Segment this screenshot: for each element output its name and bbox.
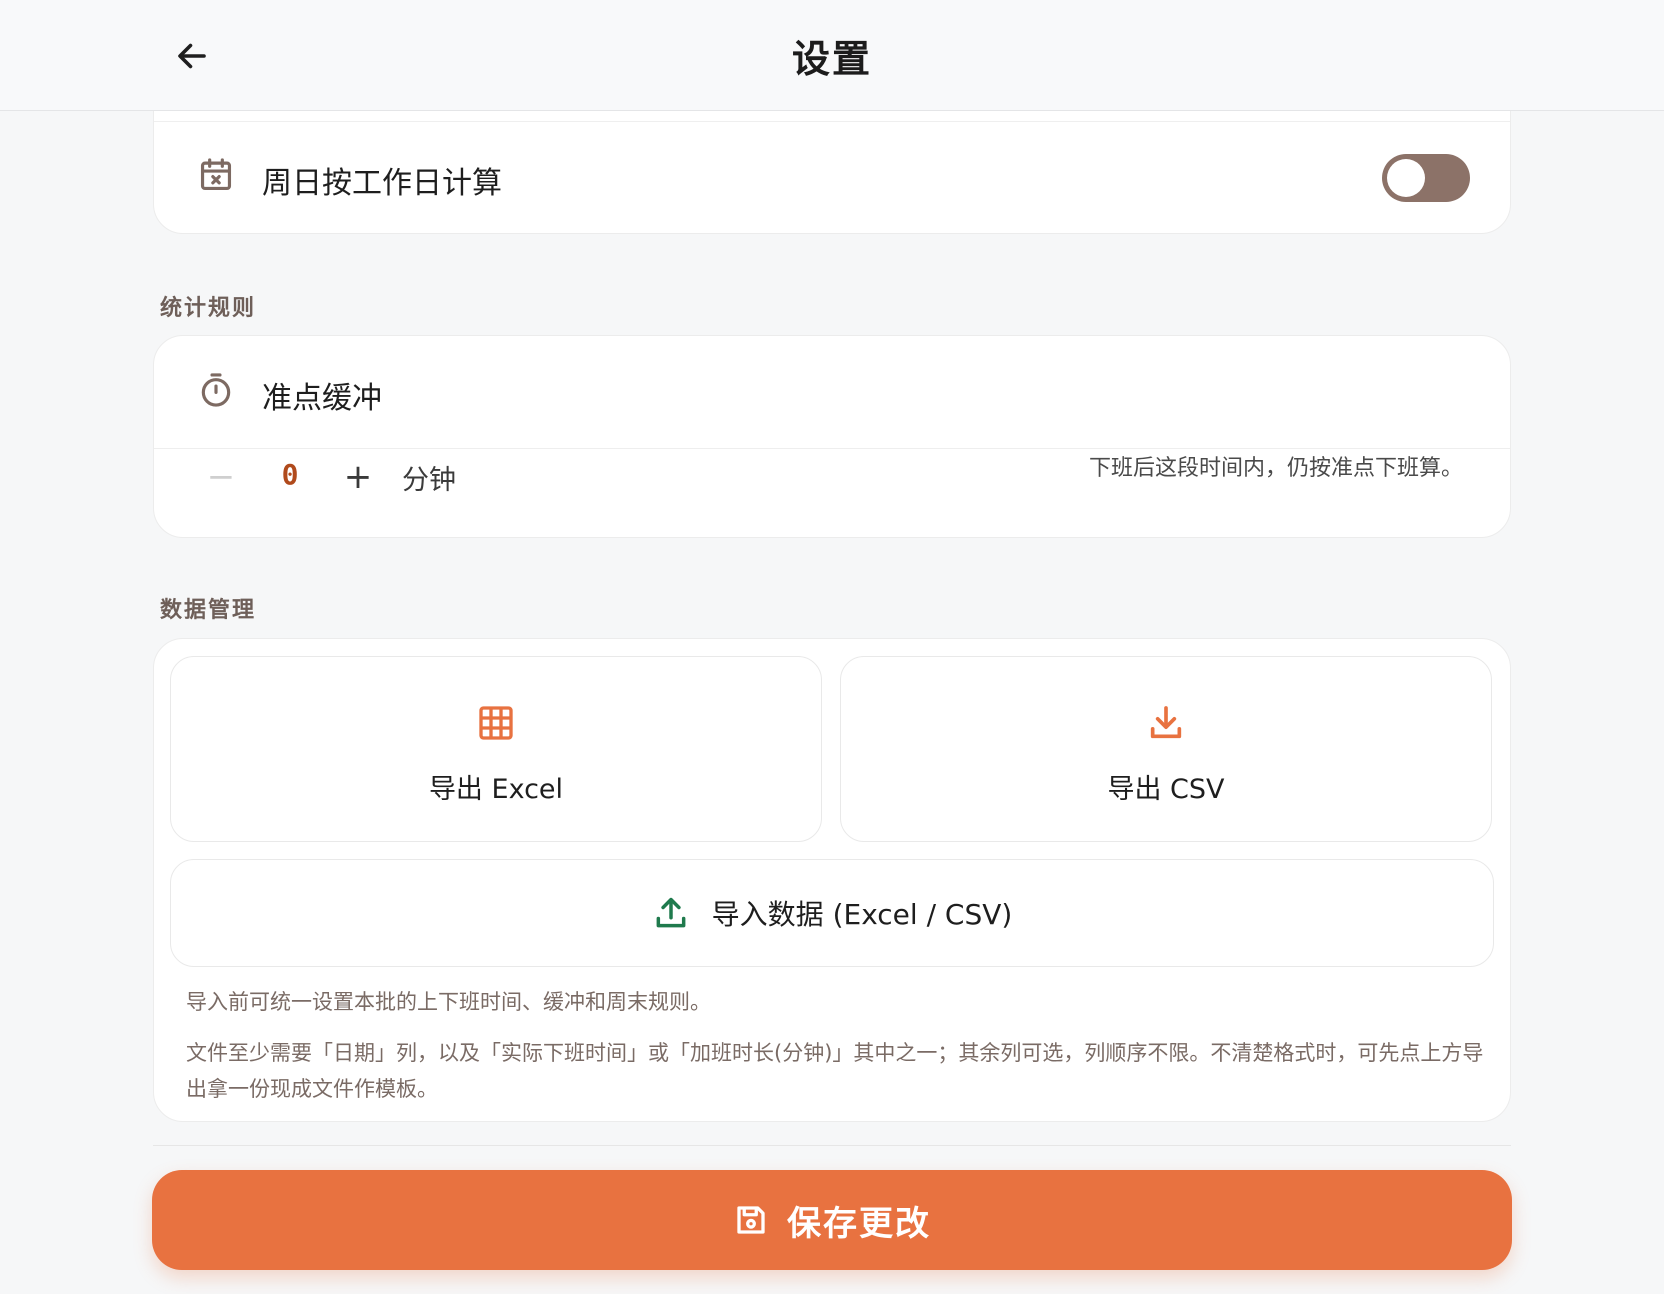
calendar-x-icon xyxy=(196,155,236,195)
weekend-workday-toggle[interactable] xyxy=(1382,154,1470,202)
import-data-button[interactable]: 导入数据 (Excel / CSV) xyxy=(170,859,1494,967)
export-excel-button[interactable]: 导出 Excel xyxy=(170,656,822,842)
save-icon xyxy=(737,1206,765,1234)
export-csv-label: 导出 CSV xyxy=(1107,774,1225,805)
footer-divider xyxy=(153,1145,1511,1146)
increment-button[interactable]: + xyxy=(334,453,382,501)
save-changes-button[interactable]: 保存更改 xyxy=(152,1170,1512,1270)
page-title: 设置 xyxy=(791,37,872,81)
buffer-settings-card xyxy=(153,335,1511,538)
grid-table-icon xyxy=(479,706,513,740)
buffer-value: 0 xyxy=(281,458,299,491)
download-icon xyxy=(1150,706,1182,739)
buffer-hint-text: 下班后这段时间内，仍按准点下班算。 xyxy=(1088,456,1463,481)
buffer-setting-label: 准点缓冲 xyxy=(262,381,382,416)
upload-icon xyxy=(656,897,686,928)
import-note-batch: 导入前可统一设置本批的上下班时间、缓冲和周末规则。 xyxy=(186,990,711,1014)
section-title-stats-rules: 统计规则 xyxy=(160,296,257,321)
stopwatch-icon xyxy=(196,370,236,410)
card-divider xyxy=(154,448,1510,449)
export-excel-label: 导出 Excel xyxy=(428,774,564,805)
export-csv-button[interactable]: 导出 CSV xyxy=(840,656,1492,842)
toggle-knob xyxy=(1387,159,1425,197)
top-bar: 设置 xyxy=(0,0,1664,111)
section-title-data-management: 数据管理 xyxy=(160,598,257,623)
decrement-button[interactable]: − xyxy=(197,453,245,501)
save-changes-label: 保存更改 xyxy=(787,1203,931,1244)
card-divider xyxy=(154,121,1510,122)
import-data-label: 导入数据 (Excel / CSV) xyxy=(711,898,1013,931)
import-note-format: 文件至少需要「日期」列，以及「实际下班时间」或「加班时长(分钟)」其中之一；其余… xyxy=(186,1041,1484,1101)
buffer-unit-label: 分钟 xyxy=(402,465,456,496)
weekend-setting-label: 周日按工作日计算 xyxy=(262,166,502,201)
